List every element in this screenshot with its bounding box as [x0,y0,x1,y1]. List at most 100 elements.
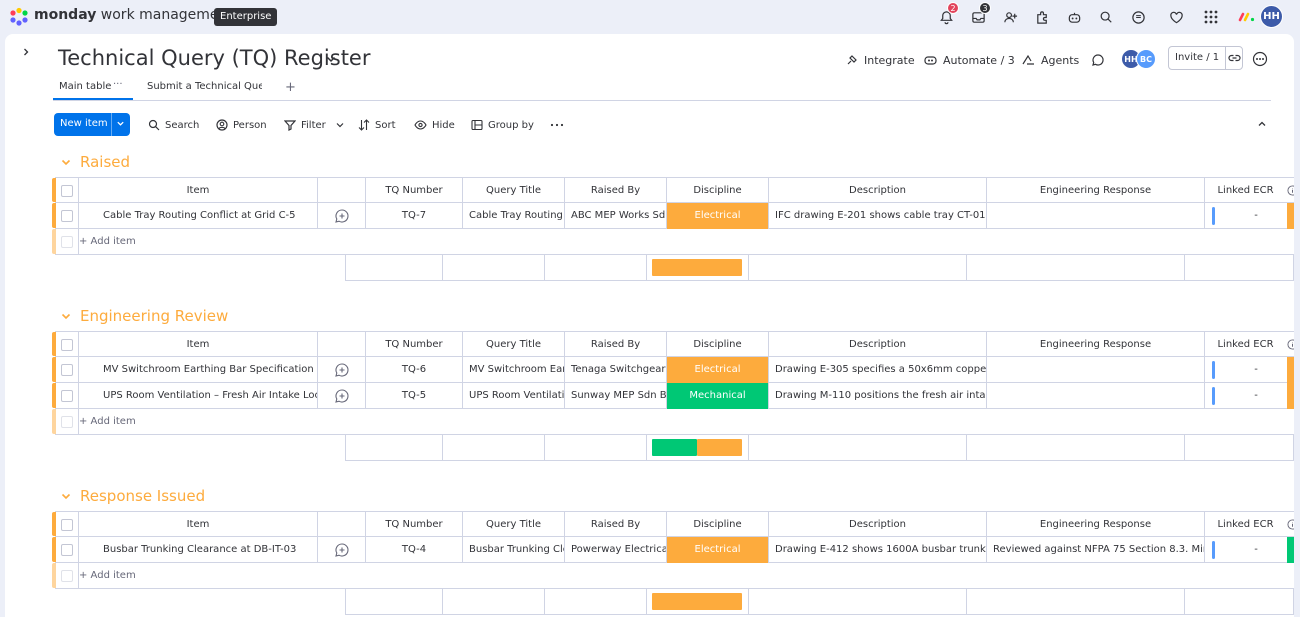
filter-button[interactable]: Filter [284,117,345,133]
app-switcher-button[interactable] [1202,8,1220,26]
linked-ecr[interactable]: - [1205,383,1294,409]
group-header[interactable]: Response Issued [60,486,205,506]
apps-button[interactable] [1033,8,1051,26]
linked-ecr[interactable]: - [1205,357,1294,383]
item-name[interactable]: Busbar Trunking Clearance at DB-IT-03 [79,537,318,563]
tab-form[interactable]: Submit a Technical Query [147,80,262,100]
automate-button[interactable]: Automate / 3 [924,51,1015,69]
column-header-item[interactable]: Item [79,512,318,538]
engineering-response[interactable] [987,357,1205,383]
column-header-description[interactable]: Description [769,178,987,204]
discipline-summary[interactable] [647,435,749,461]
group-header[interactable]: Engineering Review [60,306,228,326]
chevron-down-icon[interactable] [325,53,337,65]
engineering-response[interactable]: Reviewed against NFPA 75 Section 8.3. Mi… [987,537,1205,563]
row-checkbox[interactable] [61,544,73,556]
column-header-tq-number[interactable]: TQ Number [366,178,463,204]
sort-button[interactable]: Sort [358,117,396,133]
discipline-summary[interactable] [647,589,749,615]
add-item-row[interactable]: + Add item [52,563,1294,589]
item-name[interactable]: MV Switchroom Earthing Bar Specification [79,357,318,383]
more-toolbar-button[interactable] [550,117,564,133]
discipline-status[interactable]: Mechanical [667,383,769,409]
column-header-description[interactable]: Description [769,512,987,538]
info-icon[interactable] [1287,519,1294,530]
linked-ecr[interactable]: - [1205,203,1294,229]
tab-options-icon[interactable]: ··· [113,79,123,90]
search-everything-button[interactable] [1097,8,1115,26]
discipline-status[interactable]: Electrical [667,357,769,383]
table-row[interactable]: Cable Tray Routing Conflict at Grid C-5 … [52,203,1294,229]
column-header-item[interactable]: Item [79,332,318,358]
member-avatar-bc[interactable]: BC [1136,49,1156,69]
add-view-button[interactable]: + [285,80,296,95]
column-header-raised-by[interactable]: Raised By [565,512,667,538]
column-header-discipline[interactable]: Discipline [667,178,769,204]
add-item-input[interactable]: + Add item [79,229,136,255]
tq-number[interactable]: TQ-4 [366,537,463,563]
tq-number[interactable]: TQ-7 [366,203,463,229]
column-header-linked-ecr[interactable]: Linked ECR [1205,178,1294,204]
add-item-row[interactable]: + Add item [52,409,1294,435]
description[interactable]: Drawing E-305 specifies a 50x6mm copper … [769,357,987,383]
column-header-query-title[interactable]: Query Title [463,178,565,204]
notifications-button[interactable]: 2 [937,2,959,26]
add-item-row[interactable]: + Add item [52,229,1294,255]
table-row[interactable]: Busbar Trunking Clearance at DB-IT-03 TQ… [52,537,1294,563]
column-header-engineering-response[interactable]: Engineering Response [987,332,1205,358]
description[interactable]: Drawing E-412 shows 1600A busbar trunkin… [769,537,987,563]
add-item-input[interactable]: + Add item [79,563,136,589]
chevron-down-icon[interactable] [116,119,125,128]
invite-members-button[interactable] [1001,8,1019,26]
collapse-header-button[interactable] [1255,117,1269,131]
column-header-description[interactable]: Description [769,332,987,358]
select-all-checkbox[interactable] [61,185,73,197]
add-update-icon[interactable] [334,208,350,224]
table-row[interactable]: MV Switchroom Earthing Bar Specification… [52,357,1294,383]
search-button[interactable]: Search [148,117,199,133]
monday-products-button[interactable] [1237,8,1257,26]
select-all-checkbox[interactable] [61,519,73,531]
discipline-summary[interactable] [647,255,749,281]
column-header-query-title[interactable]: Query Title [463,332,565,358]
integrate-button[interactable]: Integrate [846,51,915,69]
description[interactable]: IFC drawing E-201 shows cable tray CT-01… [769,203,987,229]
column-header-linked-ecr[interactable]: Linked ECR [1205,512,1294,538]
board-options-button[interactable] [1252,51,1268,67]
discipline-status[interactable]: Electrical [667,537,769,563]
group-title[interactable]: Response Issued [80,487,205,505]
ai-assistant-button[interactable] [1065,8,1083,26]
select-all-checkbox[interactable] [61,339,73,351]
row-checkbox[interactable] [61,390,73,402]
row-checkbox[interactable] [61,210,73,222]
discipline-status[interactable]: Electrical [667,203,769,229]
agents-button[interactable]: Agents [1022,51,1079,69]
add-update-icon[interactable] [334,388,350,404]
query-title[interactable]: Busbar Trunking Clearance at DB-IT-03 [463,537,565,563]
invite-button[interactable]: Invite / 1 [1168,46,1243,70]
board-title[interactable]: Technical Query (TQ) Register [58,46,370,70]
info-icon[interactable] [1287,185,1294,196]
column-header-engineering-response[interactable]: Engineering Response [987,512,1205,538]
chevron-down-icon[interactable] [60,156,72,168]
new-item-button[interactable]: New item [54,113,130,136]
inbox-button[interactable]: 3 [969,2,991,26]
copy-link-button[interactable] [1226,53,1242,63]
column-header-engineering-response[interactable]: Engineering Response [987,178,1205,204]
query-title[interactable]: Cable Tray Routing Conflict at Grid C-5 [463,203,565,229]
tq-number[interactable]: TQ-5 [366,383,463,409]
info-icon[interactable] [1287,339,1294,350]
raised-by[interactable]: Tenaga Switchgear Sdn Bhd [565,357,667,383]
add-item-input[interactable]: + Add item [79,409,136,435]
wellbeing-button[interactable] [1167,8,1185,26]
user-avatar[interactable]: HH [1260,5,1283,28]
tq-number[interactable]: TQ-6 [366,357,463,383]
column-header-tq-number[interactable]: TQ Number [366,512,463,538]
chevron-down-icon[interactable] [60,490,72,502]
column-header-discipline[interactable]: Discipline [667,512,769,538]
add-update-icon[interactable] [334,542,350,558]
updates-button[interactable] [1091,51,1105,69]
query-title[interactable]: MV Switchroom Earthing Bar Specification [463,357,565,383]
tab-main-table[interactable]: Main table ··· [53,79,133,100]
item-name[interactable]: UPS Room Ventilation – Fresh Air Intake … [79,383,318,409]
